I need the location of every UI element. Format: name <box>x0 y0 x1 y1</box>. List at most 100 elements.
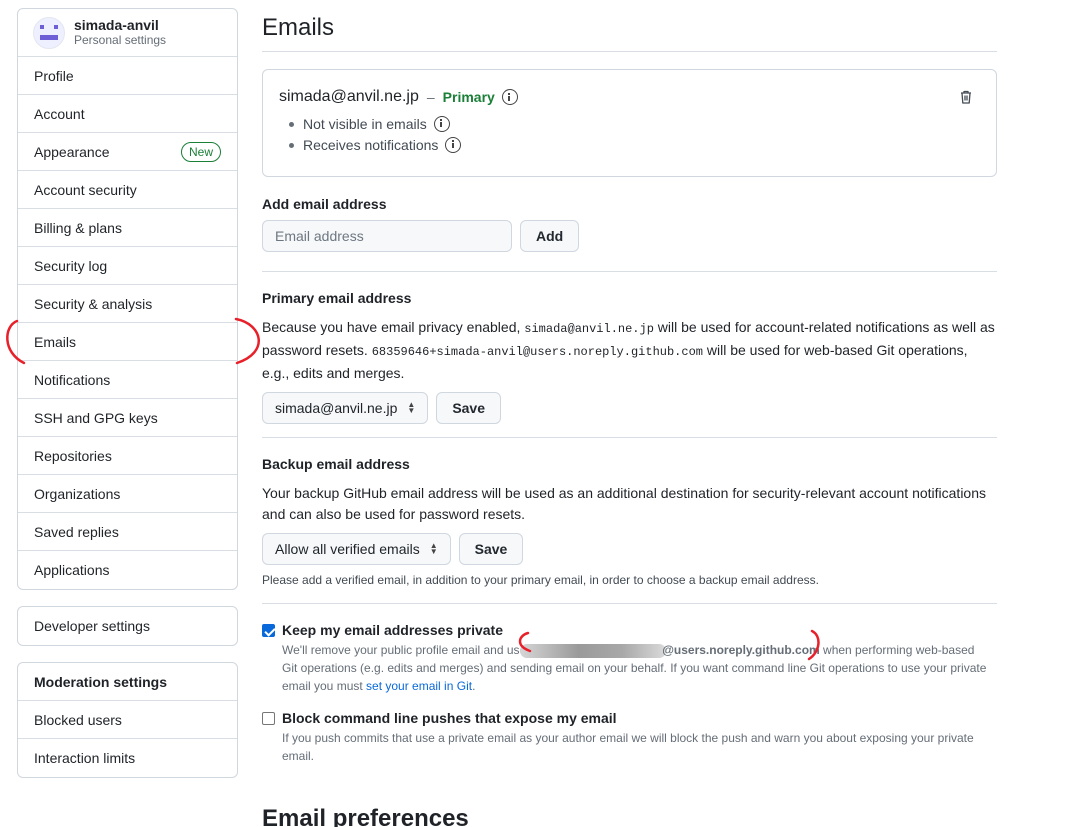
new-badge: New <box>180 141 221 162</box>
developer-menu: Developer settings <box>17 606 238 646</box>
profile-header[interactable]: simada-anvil Personal settings <box>18 9 237 57</box>
add-email-label: Add email address <box>262 196 387 212</box>
primary-email-section: Primary email address Because you have e… <box>262 272 997 438</box>
keep-private-desc-3: . <box>472 679 476 693</box>
block-pushes-description: If you push commits that use a private e… <box>282 731 974 763</box>
primary-email-code: simada@anvil.ne.jp <box>524 322 654 336</box>
save-backup-button[interactable]: Save <box>458 533 524 565</box>
sidebar-item-interaction-limits[interactable]: Interaction limits <box>18 739 237 777</box>
emails-main: Emails simada@anvil.ne.jp – Primary Not … <box>262 0 997 827</box>
sidebar-item-label: Blocked users <box>34 711 122 728</box>
primary-email-label: Primary email address <box>262 290 412 306</box>
sidebar-item-notifications[interactable]: Notifications <box>18 361 237 399</box>
email-preferences-title: Email preferences <box>262 805 469 827</box>
set-email-in-git-link[interactable]: set your email in Git <box>366 679 472 693</box>
email-address-input[interactable] <box>262 220 512 252</box>
add-email-section: Add email address Add <box>262 196 997 272</box>
sidebar-item-billing[interactable]: Billing & plans <box>18 209 237 247</box>
list-item: Receives notifications <box>289 134 980 155</box>
backup-email-section: Backup email address Your backup GitHub … <box>262 438 997 604</box>
status-text: Not visible in emails <box>303 115 427 132</box>
sidebar-item-label: SSH and GPG keys <box>34 409 158 426</box>
sidebar-item-account-security[interactable]: Account security <box>18 171 237 209</box>
sidebar-item-label: Billing & plans <box>34 219 122 236</box>
sidebar-item-saved-replies[interactable]: Saved replies <box>18 513 237 551</box>
sidebar-item-label: Notifications <box>34 371 111 388</box>
primary-email-description: Because you have email privacy enabled, … <box>262 317 997 384</box>
save-primary-button[interactable]: Save <box>436 392 502 424</box>
keep-private-option: Keep my email addresses private We'll re… <box>262 622 997 695</box>
sidebar-item-appearance[interactable]: Appearance New <box>18 133 237 171</box>
backup-note: Please add a verified email, in addition… <box>262 573 819 587</box>
backup-email-select[interactable]: Allow all verified emails ▲ ▼ <box>262 533 451 565</box>
sidebar-item-label: Developer settings <box>34 618 150 634</box>
primary-email-select[interactable]: simada@anvil.ne.jp ▲ ▼ <box>262 392 429 424</box>
sidebar-item-label: Organizations <box>34 485 121 502</box>
backup-email-description: Your backup GitHub email address will be… <box>262 485 987 522</box>
page-title: Emails <box>262 0 997 52</box>
sidebar-item-repositories[interactable]: Repositories <box>18 437 237 475</box>
sidebar-item-developer-settings[interactable]: Developer settings <box>18 607 237 645</box>
sidebar-item-organizations[interactable]: Organizations <box>18 475 237 513</box>
trash-icon[interactable] <box>960 90 972 104</box>
sidebar-item-applications[interactable]: Applications <box>18 551 237 589</box>
privacy-options: Keep my email addresses private We'll re… <box>262 604 997 765</box>
sidebar-item-label: Saved replies <box>34 523 119 540</box>
sidebar-item-label: Emails <box>34 333 77 350</box>
email-address: simada@anvil.ne.jp <box>279 88 419 105</box>
redacted-blur <box>520 643 667 658</box>
block-pushes-checkbox[interactable] <box>262 712 275 725</box>
sidebar-item-label: Account <box>34 105 85 122</box>
list-item: Not visible in emails <box>289 113 980 134</box>
primary-select-row: simada@anvil.ne.jp ▲ ▼ Save <box>262 392 997 424</box>
block-pushes-option: Block command line pushes that expose my… <box>262 710 997 765</box>
moderation-menu: Moderation settings Blocked users Intera… <box>17 662 238 778</box>
separator: – <box>426 89 435 105</box>
info-icon[interactable] <box>501 89 518 105</box>
sidebar-item-ssh-gpg-keys[interactable]: SSH and GPG keys <box>18 399 237 437</box>
select-value: simada@anvil.ne.jp <box>275 400 398 416</box>
keep-private-title[interactable]: Keep my email addresses private <box>282 622 992 638</box>
keep-private-description: We'll remove your public profile email a… <box>282 641 992 695</box>
keep-private-desc-1: We'll remove your public profile email a… <box>282 643 527 657</box>
select-arrows-icon: ▲ ▼ <box>429 541 438 556</box>
sidebar-item-label: Repositories <box>34 447 112 464</box>
settings-sidebar: simada-anvil Personal settings Profile A… <box>17 8 238 778</box>
backup-email-label: Backup email address <box>262 456 410 472</box>
email-line: simada@anvil.ne.jp – Primary <box>279 88 980 106</box>
sidebar-item-security-log[interactable]: Security log <box>18 247 237 285</box>
email-status-list: Not visible in emails Receives notificat… <box>279 113 980 155</box>
settings-menu: simada-anvil Personal settings Profile A… <box>17 8 238 590</box>
sidebar-item-account[interactable]: Account <box>18 95 237 133</box>
sidebar-item-label: Interaction limits <box>34 750 136 766</box>
block-pushes-body: Block command line pushes that expose my… <box>282 710 992 765</box>
info-icon[interactable] <box>445 136 462 153</box>
sidebar-item-profile[interactable]: Profile <box>18 57 237 95</box>
info-icon[interactable] <box>433 115 450 132</box>
block-pushes-title[interactable]: Block command line pushes that expose my… <box>282 710 992 726</box>
moderation-heading-label: Moderation settings <box>34 673 168 690</box>
keep-private-body: Keep my email addresses private We'll re… <box>282 622 992 695</box>
sidebar-item-blocked-users[interactable]: Blocked users <box>18 701 237 739</box>
sidebar-item-label: Security log <box>34 257 108 274</box>
select-arrows-icon: ▲ ▼ <box>407 400 416 415</box>
noreply-domain: @users.noreply.github.com <box>662 643 820 657</box>
username[interactable]: simada-anvil <box>74 17 166 33</box>
avatar <box>33 16 65 49</box>
sidebar-item-label: Applications <box>34 562 110 578</box>
sidebar-item-label: Security & analysis <box>34 295 153 312</box>
status-text: Receives notifications <box>303 136 439 153</box>
add-email-row: Add <box>262 220 997 252</box>
personal-settings-label: Personal settings <box>74 32 167 47</box>
sidebar-item-emails[interactable]: Emails <box>18 323 237 361</box>
profile-header-text: simada-anvil Personal settings <box>74 17 167 48</box>
select-value: Allow all verified emails <box>275 541 420 557</box>
sidebar-item-label: Appearance <box>34 143 110 160</box>
sidebar-item-security-analysis[interactable]: Security & analysis <box>18 285 237 323</box>
email-card: simada@anvil.ne.jp – Primary Not visible… <box>262 69 997 177</box>
keep-private-checkbox[interactable] <box>262 624 275 637</box>
sidebar-item-label: Profile <box>34 67 74 84</box>
backup-select-row: Allow all verified emails ▲ ▼ Save <box>262 533 997 565</box>
primary-label: Primary <box>442 89 495 105</box>
add-button[interactable]: Add <box>520 220 580 252</box>
